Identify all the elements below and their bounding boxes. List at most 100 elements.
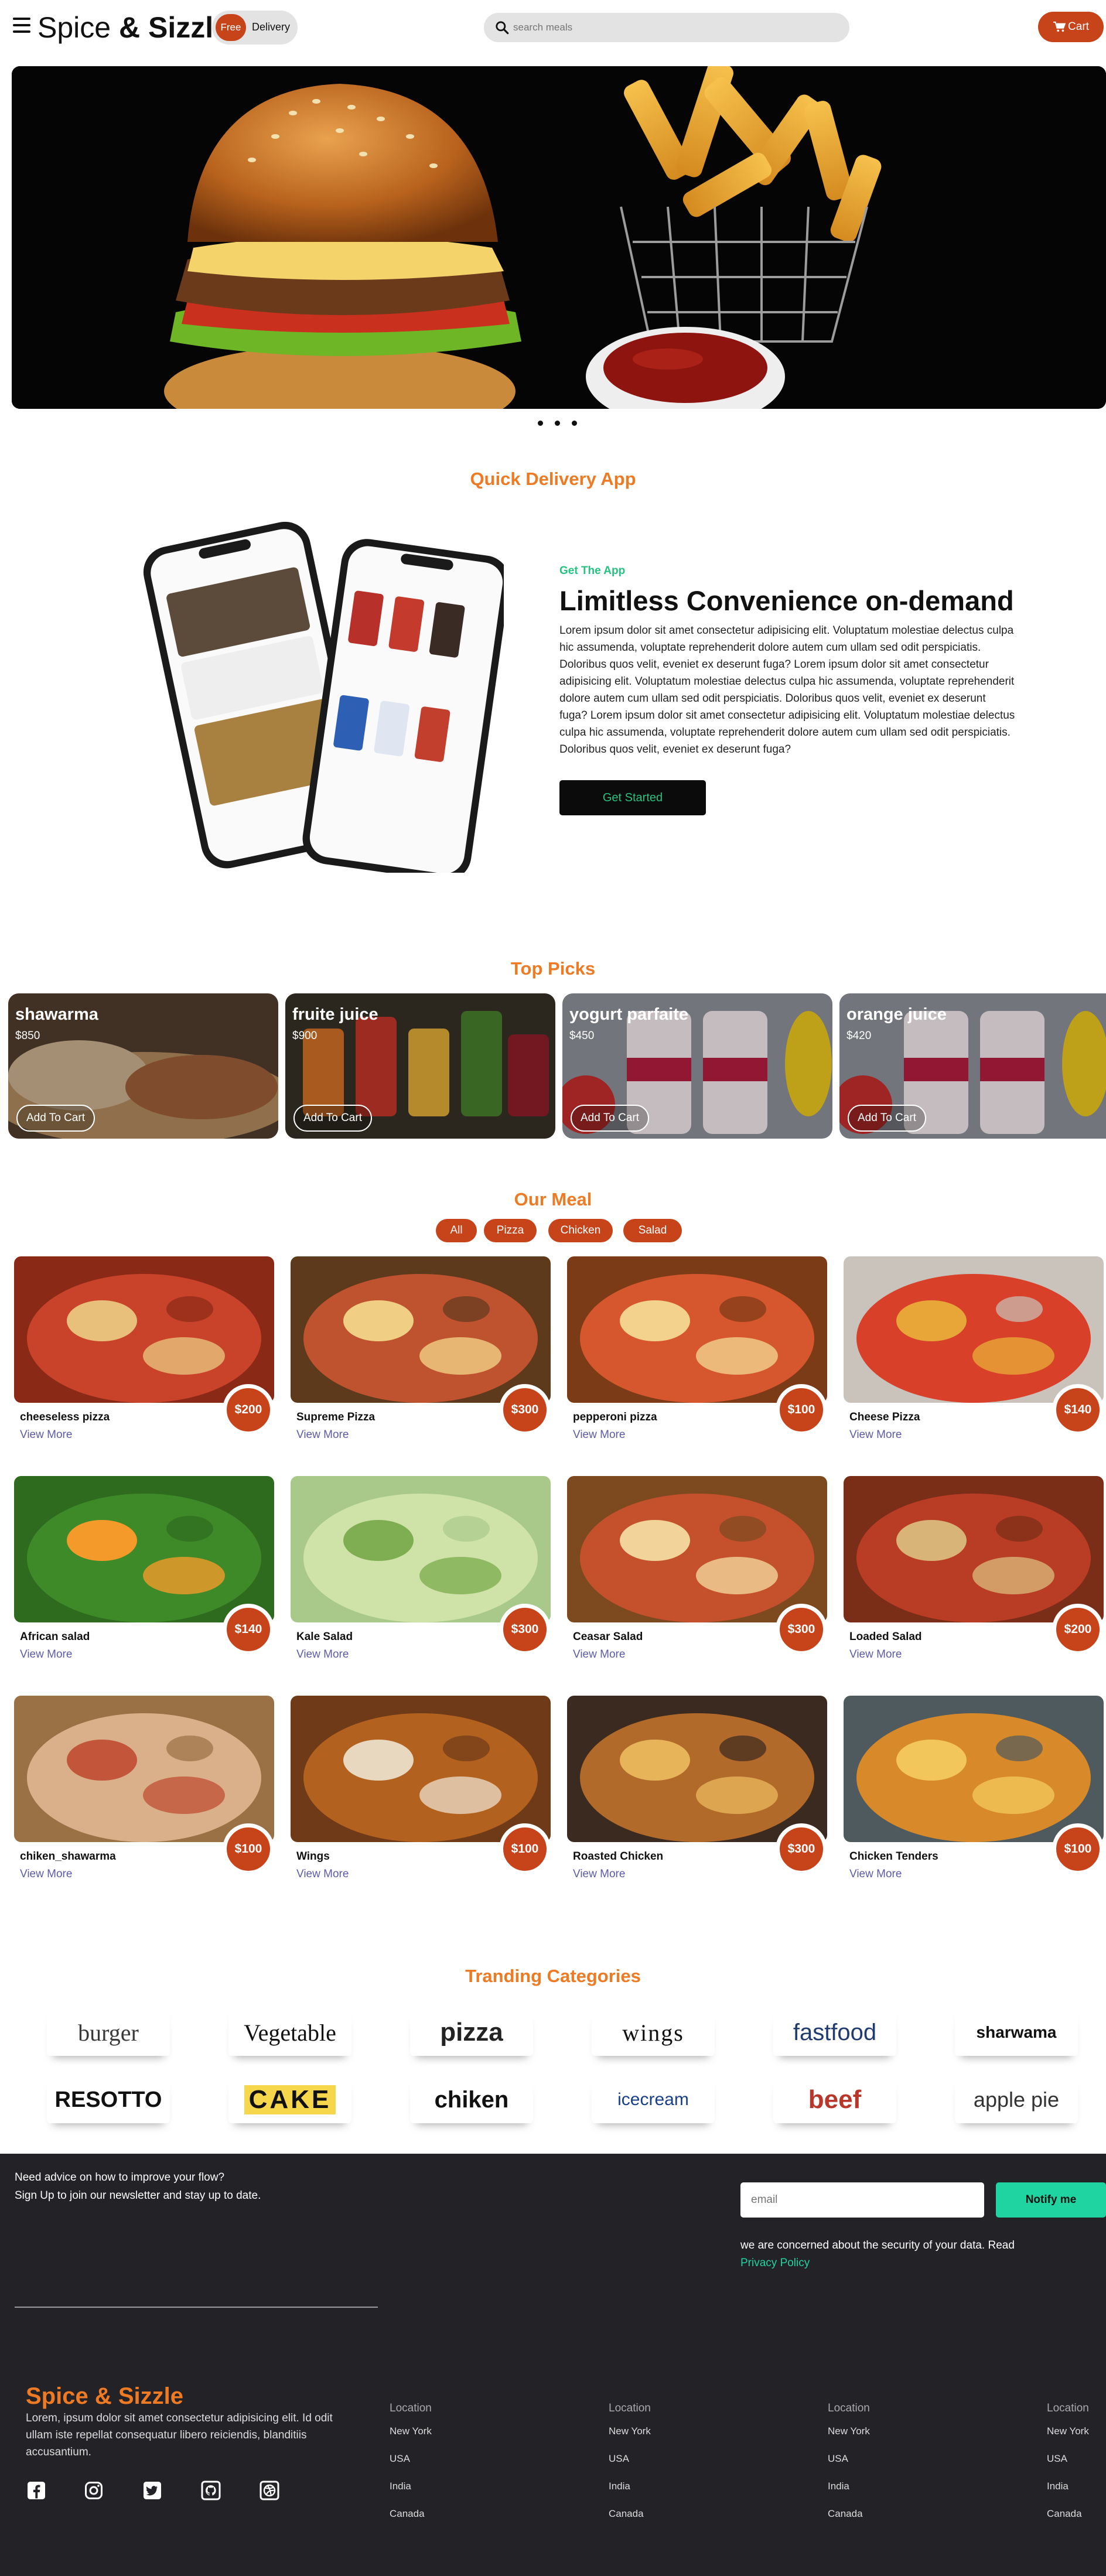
filter-all-button[interactable]: All — [436, 1219, 477, 1242]
category-logo[interactable]: Vegetable — [228, 2009, 351, 2056]
search-input[interactable] — [513, 18, 830, 37]
meal-card[interactable]: $140 African salad View More — [14, 1476, 274, 1663]
meal-card[interactable]: $300 Kale Salad View More — [291, 1476, 551, 1663]
price-badge: $100 — [223, 1823, 274, 1875]
top-pick-card[interactable]: yogurt parfaite $450 Add To Cart — [562, 993, 832, 1139]
add-to-cart-button[interactable]: Add To Cart — [571, 1105, 649, 1132]
price-badge: $140 — [1052, 1384, 1104, 1436]
brand-logo[interactable]: Spice & Sizzle — [37, 11, 230, 45]
category-logo[interactable]: burger — [47, 2009, 170, 2056]
category-logo[interactable]: wings — [592, 2009, 715, 2056]
view-more-link[interactable]: View More — [296, 1648, 349, 1661]
footer-location-column: Location New York USA India Canada — [1047, 2402, 1089, 2536]
view-more-link[interactable]: View More — [849, 1429, 902, 1441]
meal-card[interactable]: $100 pepperoni pizza View More — [567, 1256, 827, 1444]
location-link[interactable]: New York — [1047, 2425, 1089, 2437]
top-pick-card[interactable]: orange juice $420 Add To Cart — [839, 993, 1106, 1139]
view-more-link[interactable]: View More — [573, 1648, 625, 1661]
category-logo[interactable]: pizza — [410, 2009, 533, 2056]
get-started-button[interactable]: Get Started — [559, 780, 706, 815]
category-logo[interactable]: RESOTTO — [47, 2076, 170, 2123]
cart-button[interactable]: Cart — [1038, 12, 1104, 42]
filter-chicken-button[interactable]: Chicken — [548, 1219, 613, 1242]
facebook-icon[interactable] — [26, 2480, 47, 2501]
meal-card[interactable]: $100 Wings View More — [291, 1696, 551, 1883]
search-bar[interactable] — [484, 13, 849, 42]
top-pick-card[interactable]: shawarma $850 Add To Cart — [8, 993, 278, 1139]
location-link[interactable]: India — [1047, 2481, 1089, 2492]
meal-card[interactable]: $300 Supreme Pizza View More — [291, 1256, 551, 1444]
meal-image — [291, 1256, 551, 1403]
category-logo[interactable]: apple pie — [955, 2076, 1078, 2123]
location-link[interactable]: USA — [828, 2453, 870, 2465]
category-logo[interactable]: fastfood — [773, 2009, 896, 2056]
location-link[interactable]: Canada — [1047, 2508, 1089, 2520]
meal-card[interactable]: $200 cheeseless pizza View More — [14, 1256, 274, 1444]
view-more-link[interactable]: View More — [296, 1429, 349, 1441]
email-field[interactable] — [740, 2182, 984, 2218]
location-link[interactable]: USA — [609, 2453, 651, 2465]
filter-pizza-button[interactable]: Pizza — [484, 1219, 537, 1242]
meal-name: African salad — [20, 1631, 90, 1643]
add-to-cart-button[interactable]: Add To Cart — [16, 1105, 95, 1132]
privacy-policy-link[interactable]: Privacy Policy — [740, 2257, 810, 2270]
carousel-dot[interactable] — [538, 421, 543, 426]
view-more-link[interactable]: View More — [573, 1429, 625, 1441]
view-more-link[interactable]: View More — [20, 1648, 72, 1661]
location-link[interactable]: USA — [1047, 2453, 1089, 2465]
price-badge: $300 — [776, 1823, 827, 1875]
meal-image — [291, 1476, 551, 1622]
hamburger-menu-icon[interactable] — [13, 18, 30, 34]
newsletter-line1: Need advice on how to improve your flow? — [15, 2171, 225, 2184]
footer-brand[interactable]: Spice & Sizzle — [26, 2383, 183, 2410]
location-link[interactable]: India — [609, 2481, 651, 2492]
location-link[interactable]: Canada — [609, 2508, 651, 2520]
dribbble-icon[interactable] — [259, 2480, 280, 2501]
meal-card[interactable]: $300 Roasted Chicken View More — [567, 1696, 827, 1883]
hero-banner-image — [12, 66, 1106, 409]
category-logo[interactable]: icecream — [592, 2076, 715, 2123]
top-pick-card[interactable]: fruite juice $900 Add To Cart — [285, 993, 555, 1139]
category-logo[interactable]: sharwama — [955, 2009, 1078, 2056]
location-link[interactable]: India — [828, 2481, 870, 2492]
app-headline: Limitless Convenience on-demand — [559, 585, 1014, 616]
add-to-cart-button[interactable]: Add To Cart — [848, 1105, 926, 1132]
category-logo[interactable]: chiken — [410, 2076, 533, 2123]
meal-card[interactable]: $140 Cheese Pizza View More — [844, 1256, 1104, 1444]
trending-categories-title: Tranding Categories — [465, 1966, 641, 1986]
newsletter-text: Need advice on how to improve your flow?… — [15, 2168, 261, 2205]
meal-card[interactable]: $200 Loaded Salad View More — [844, 1476, 1104, 1663]
instagram-icon[interactable] — [83, 2480, 104, 2501]
location-link[interactable]: Canada — [390, 2508, 432, 2520]
notify-me-button[interactable]: Notify me — [996, 2182, 1106, 2218]
view-more-link[interactable]: View More — [849, 1648, 902, 1661]
view-more-link[interactable]: View More — [849, 1868, 902, 1881]
meal-card[interactable]: $100 Chicken Tenders View More — [844, 1696, 1104, 1883]
location-link[interactable]: New York — [390, 2425, 432, 2437]
github-icon[interactable] — [200, 2480, 221, 2501]
meal-image — [567, 1256, 827, 1403]
location-link[interactable]: India — [390, 2481, 432, 2492]
carousel-dots[interactable] — [538, 421, 577, 426]
carousel-dot[interactable] — [555, 421, 560, 426]
location-link[interactable]: USA — [390, 2453, 432, 2465]
carousel-dot[interactable] — [572, 421, 577, 426]
location-link[interactable]: Canada — [828, 2508, 870, 2520]
view-more-link[interactable]: View More — [20, 1429, 72, 1441]
category-logo[interactable]: CAKE — [228, 2076, 351, 2123]
category-logo[interactable]: beef — [773, 2076, 896, 2123]
location-link[interactable]: New York — [609, 2425, 651, 2437]
filter-salad-button[interactable]: Salad — [623, 1219, 682, 1242]
location-heading: Location — [828, 2402, 870, 2414]
meal-image — [14, 1696, 274, 1842]
view-more-link[interactable]: View More — [20, 1868, 72, 1881]
location-link[interactable]: New York — [828, 2425, 870, 2437]
meal-card[interactable]: $300 Ceasar Salad View More — [567, 1476, 827, 1663]
meal-card[interactable]: $100 chiken_shawarma View More — [14, 1696, 274, 1883]
pick-name: fruite juice — [292, 1005, 378, 1024]
view-more-link[interactable]: View More — [573, 1868, 625, 1881]
meal-image — [844, 1476, 1104, 1622]
add-to-cart-button[interactable]: Add To Cart — [293, 1105, 372, 1132]
view-more-link[interactable]: View More — [296, 1868, 349, 1881]
twitter-icon[interactable] — [142, 2480, 163, 2501]
